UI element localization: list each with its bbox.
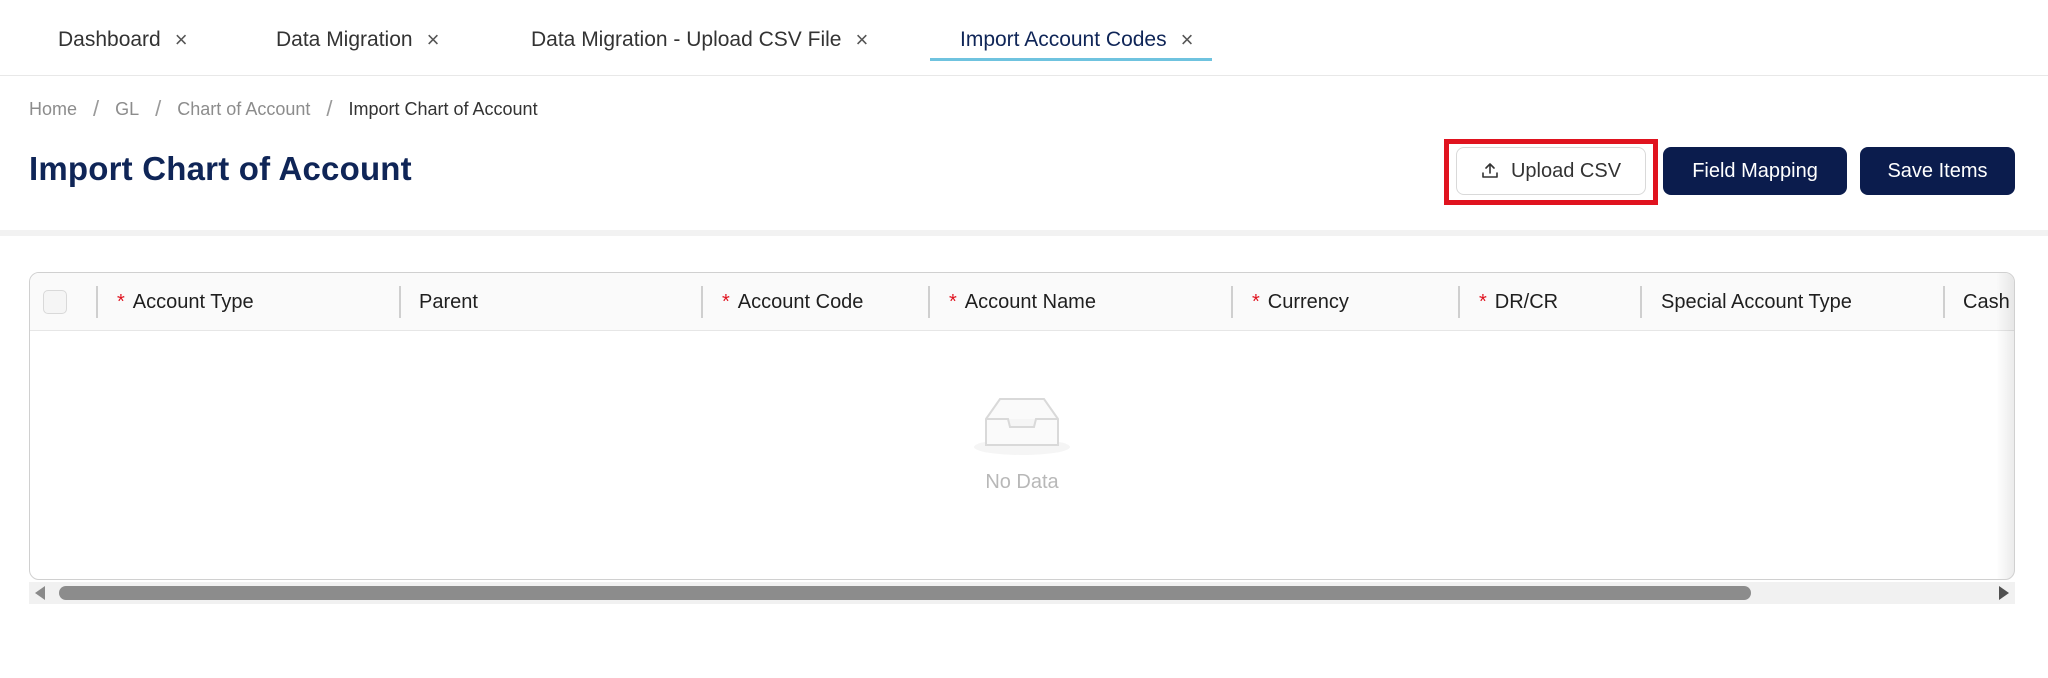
tab-data-migration[interactable]: Data Migration × <box>276 18 439 62</box>
column-label: Special Account Type <box>1661 290 1852 313</box>
tab-dashboard[interactable]: Dashboard × <box>58 18 188 62</box>
select-all-checkbox[interactable] <box>43 290 67 314</box>
empty-state: No Data <box>30 393 2014 494</box>
tab-label: Import Account Codes <box>960 28 1167 51</box>
field-mapping-button[interactable]: Field Mapping <box>1663 147 1847 195</box>
required-marker: * <box>722 290 730 313</box>
breadcrumb-separator: / <box>326 96 333 121</box>
required-marker: * <box>1252 290 1260 313</box>
active-tab-indicator <box>930 58 1212 61</box>
breadcrumb-separator: / <box>93 96 100 121</box>
column-separator[interactable] <box>701 286 703 318</box>
column-label: Account Type <box>132 290 254 313</box>
upload-icon <box>1481 162 1499 180</box>
close-icon[interactable]: × <box>175 29 188 51</box>
upload-csv-button[interactable]: Upload CSV <box>1456 147 1646 195</box>
table-header: * Account Type Parent * Account Code * A… <box>30 273 2014 331</box>
column-label: Parent <box>419 290 478 313</box>
column-header-currency[interactable]: * Currency <box>1252 273 1349 331</box>
column-separator[interactable] <box>928 286 930 318</box>
scroll-right-arrow-icon[interactable] <box>1999 586 2009 600</box>
scroll-thumb[interactable] <box>59 586 1751 600</box>
close-icon[interactable]: × <box>427 29 440 51</box>
breadcrumb-current: Import Chart of Account <box>348 98 538 119</box>
column-separator[interactable] <box>399 286 401 318</box>
breadcrumb-separator: / <box>155 96 162 121</box>
tab-label: Dashboard <box>58 28 161 51</box>
column-separator[interactable] <box>1458 286 1460 318</box>
import-table: * Account Type Parent * Account Code * A… <box>29 272 2015 580</box>
column-separator <box>96 286 98 318</box>
column-label: Account Name <box>964 290 1096 313</box>
column-label: DR/CR <box>1494 290 1559 313</box>
column-separator[interactable] <box>1943 286 1945 318</box>
column-header-special-account-type[interactable]: Special Account Type <box>1661 273 1852 331</box>
page-title: Import Chart of Account <box>29 150 412 187</box>
column-header-account-code[interactable]: * Account Code <box>722 273 863 331</box>
empty-text: No Data <box>985 471 1059 493</box>
breadcrumb-home[interactable]: Home <box>29 99 77 120</box>
close-icon[interactable]: × <box>1181 29 1194 51</box>
required-marker: * <box>117 290 125 313</box>
column-header-parent[interactable]: Parent <box>419 273 478 331</box>
section-divider <box>0 230 2048 236</box>
column-separator[interactable] <box>1231 286 1233 318</box>
column-header-account-name[interactable]: * Account Name <box>949 273 1096 331</box>
table-scroll-shadow <box>1996 273 2014 579</box>
breadcrumb-chart-of-account[interactable]: Chart of Account <box>177 99 310 120</box>
tab-bar: Dashboard × Data Migration × Data Migrat… <box>0 0 2048 76</box>
tab-data-migration-upload-csv[interactable]: Data Migration - Upload CSV File × <box>531 18 868 62</box>
horizontal-scrollbar[interactable] <box>29 582 2015 604</box>
column-label: Account Code <box>737 290 864 313</box>
column-separator[interactable] <box>1640 286 1642 318</box>
close-icon[interactable]: × <box>855 29 868 51</box>
breadcrumb: Home / GL / Chart of Account / Import Ch… <box>29 96 538 122</box>
save-items-button[interactable]: Save Items <box>1860 147 2015 195</box>
column-header-account-type[interactable]: * Account Type <box>117 273 254 331</box>
empty-inbox-icon <box>974 398 1070 455</box>
column-header-dr-cr[interactable]: * DR/CR <box>1479 273 1558 331</box>
breadcrumb-gl[interactable]: GL <box>115 99 139 120</box>
tab-label: Data Migration - Upload CSV File <box>531 28 842 51</box>
column-label: Currency <box>1267 290 1349 313</box>
tab-label: Data Migration <box>276 28 413 51</box>
upload-csv-label: Upload CSV <box>1510 159 1622 182</box>
scroll-left-arrow-icon[interactable] <box>35 586 45 600</box>
tab-import-account-codes[interactable]: Import Account Codes × <box>960 18 1193 62</box>
required-marker: * <box>949 290 957 313</box>
required-marker: * <box>1479 290 1487 313</box>
